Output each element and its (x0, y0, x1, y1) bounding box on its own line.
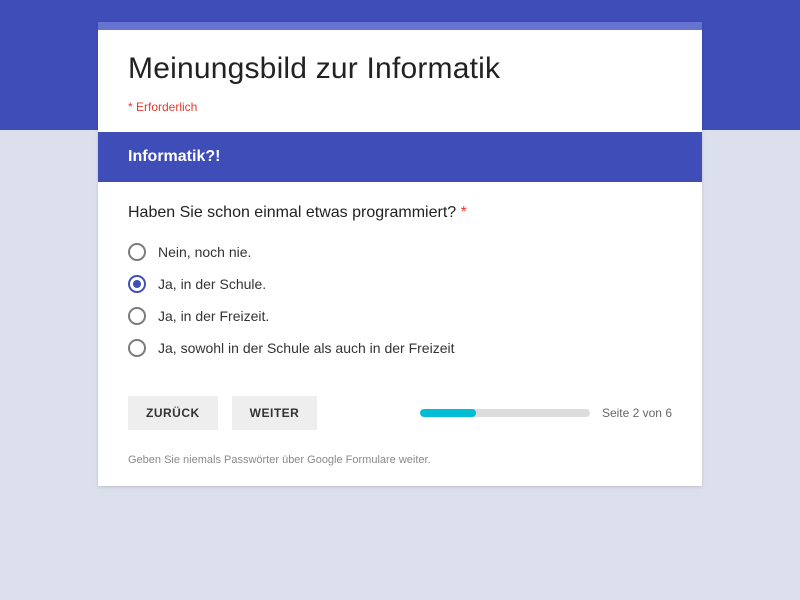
radio-icon (128, 307, 146, 325)
question-text: Haben Sie schon einmal etwas programmier… (128, 204, 672, 222)
back-button[interactable]: ZURÜCK (128, 396, 218, 430)
accent-bar (98, 22, 702, 30)
next-button[interactable]: WEITER (232, 396, 318, 430)
progress-fill (420, 409, 476, 417)
radio-option[interactable]: Ja, sowohl in der Schule als auch in der… (128, 332, 672, 364)
radio-icon (128, 243, 146, 261)
option-label: Ja, in der Freizeit. (158, 308, 269, 324)
progress-bar (420, 409, 590, 417)
progress-wrap: Seite 2 von 6 (420, 406, 672, 420)
nav-row: ZURÜCK WEITER Seite 2 von 6 (98, 374, 702, 444)
option-label: Nein, noch nie. (158, 244, 251, 260)
radio-option[interactable]: Ja, in der Freizeit. (128, 300, 672, 332)
footer-note: Geben Sie niemals Passwörter über Google… (98, 444, 702, 486)
radio-option[interactable]: Ja, in der Schule. (128, 268, 672, 300)
required-asterisk: * (461, 204, 467, 221)
radio-icon (128, 275, 146, 293)
question-label: Haben Sie schon einmal etwas programmier… (128, 204, 461, 221)
section-title-banner: Informatik?! (98, 132, 702, 182)
question-block: Haben Sie schon einmal etwas programmier… (98, 182, 702, 374)
form-title: Meinungsbild zur Informatik (128, 52, 672, 86)
form-header: Meinungsbild zur Informatik * Erforderli… (98, 30, 702, 132)
option-label: Ja, sowohl in der Schule als auch in der… (158, 340, 454, 356)
page-indicator: Seite 2 von 6 (602, 406, 672, 420)
form-card: Meinungsbild zur Informatik * Erforderli… (98, 22, 702, 486)
required-note: * Erforderlich (128, 100, 672, 114)
option-label: Ja, in der Schule. (158, 276, 266, 292)
radio-option[interactable]: Nein, noch nie. (128, 236, 672, 268)
radio-icon (128, 339, 146, 357)
